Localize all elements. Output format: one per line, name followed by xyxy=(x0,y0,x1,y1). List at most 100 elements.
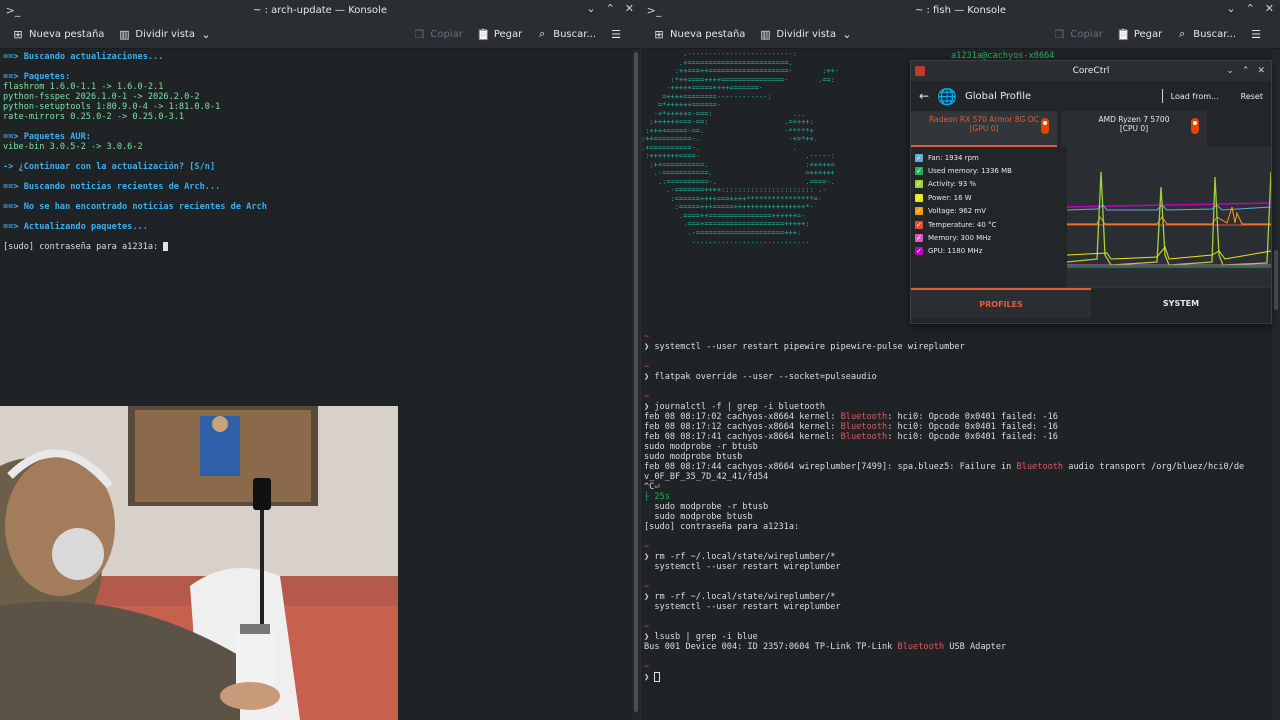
tab-profiles[interactable]: PROFILES xyxy=(911,288,1091,318)
corectrl-title: CoreCtrl xyxy=(1072,66,1110,76)
minimize-icon[interactable]: ⌄ xyxy=(1226,66,1234,76)
terminal-line: ~ xyxy=(644,542,650,552)
sensor-panel: ✓ Fan: 1934 rpm ✓ Used memory: 1336 MB ✓ Acti… xyxy=(911,147,1272,287)
gpu-index: [GPU 0] xyxy=(969,124,999,133)
sensor-legend-item[interactable]: ✓ Fan: 1934 rpm xyxy=(915,151,1059,164)
hamburger-menu-icon: ☰ xyxy=(611,27,621,41)
gpu-toggle[interactable] xyxy=(1041,118,1049,134)
tab-system[interactable]: SYSTEM xyxy=(1091,288,1271,318)
chevron-down-icon: ⌄ xyxy=(201,27,211,41)
terminal-line: ❯ systemctl --user restart pipewire pipe… xyxy=(644,342,965,352)
sensor-label: Temperature: 40 °C xyxy=(928,220,997,229)
sensor-legend-item[interactable]: ✓ Temperature: 40 °C xyxy=(915,218,1059,231)
search-icon: ⌕ xyxy=(539,27,546,40)
terminal-line: rate-mirrors 0.25.0-2 -> 0.25.0-3.1 xyxy=(3,112,185,122)
close-icon[interactable]: ✕ xyxy=(625,2,634,15)
sensor-legend-item[interactable]: ✓ Voltage: 962 mV xyxy=(915,205,1059,218)
split-view-label: Dividir vista xyxy=(776,28,836,40)
reset-button[interactable]: Reset xyxy=(1241,92,1263,101)
terminal-line: ==> Paquetes: xyxy=(3,72,71,82)
search-button[interactable]: ⌕ Buscar... xyxy=(532,24,600,44)
copy-button[interactable]: ❐ Copiar xyxy=(1049,25,1106,44)
cpu-index: [CPU 0] xyxy=(1119,124,1149,133)
paste-label: Pegar xyxy=(493,28,523,40)
sensor-legend-item[interactable]: ✓ Power: 16 W xyxy=(915,191,1059,204)
cpu-name: AMD Ryzen 7 5700 xyxy=(1098,115,1170,124)
minimize-icon[interactable]: ⌄ xyxy=(586,2,595,15)
split-view-button[interactable]: ▥ Dividir vista ⌄ xyxy=(755,25,857,44)
sensor-legend-item[interactable]: ✓ GPU: 1180 MHz xyxy=(915,245,1059,258)
search-button[interactable]: ⌕ Buscar... xyxy=(1172,24,1240,44)
device-tab-cpu[interactable]: AMD Ryzen 7 5700 [CPU 0] xyxy=(1061,111,1207,147)
split-view-button[interactable]: ▥ Dividir vista ⌄ xyxy=(114,25,216,44)
maximize-icon[interactable]: ⌃ xyxy=(1242,66,1250,76)
terminal-line: systemctl --user restart wireplumber xyxy=(644,562,841,572)
paste-button[interactable]: 📋 Pegar xyxy=(1113,25,1166,44)
terminal-line: ==> Buscando actualizaciones... xyxy=(3,52,164,62)
sensor-legend-item[interactable]: ✓ Memory: 300 MHz xyxy=(915,231,1059,244)
maximize-icon[interactable]: ⌃ xyxy=(1246,2,1255,15)
cpu-toggle[interactable] xyxy=(1191,118,1199,134)
left-window-title: ~ : arch-update — Konsole xyxy=(253,4,387,16)
left-toolbar: ⊞ Nueva pestaña ▥ Dividir vista ⌄ ❐ Copiar 📋… xyxy=(0,20,640,49)
checkbox-icon[interactable]: ✓ xyxy=(915,193,923,202)
paste-icon: 📋 xyxy=(1116,27,1131,41)
maximize-icon[interactable]: ⌃ xyxy=(606,2,615,15)
minimize-icon[interactable]: ⌄ xyxy=(1226,2,1235,15)
corectrl-window[interactable]: CoreCtrl ⌄ ⌃ ✕ ← 🌐 Global Profile Load f… xyxy=(910,60,1272,324)
checkbox-icon[interactable]: ✓ xyxy=(915,207,923,216)
menu-button[interactable]: ☰ xyxy=(606,25,626,44)
right-scrollbar[interactable] xyxy=(1272,50,1280,720)
new-tab-button[interactable]: ⊞ Nueva pestaña xyxy=(649,25,749,44)
right-terminal-output[interactable]: ~ ❯ systemctl --user restart pipewire pip… xyxy=(641,330,1270,720)
checkbox-icon[interactable]: ✓ xyxy=(915,180,923,189)
device-tab-gpu[interactable]: Radeon RX 570 Armor 8G OC [GPU 0] xyxy=(911,111,1057,147)
terminal-line: python-setuptools 1:80.9.0-4 -> 1:81.0.0… xyxy=(3,102,221,112)
terminal-icon: >_ xyxy=(646,3,662,17)
new-tab-button[interactable]: ⊞ Nueva pestaña xyxy=(8,25,108,44)
close-icon[interactable]: ✕ xyxy=(1265,2,1274,15)
sensor-label: Activity: 93 % xyxy=(928,180,977,189)
copy-button[interactable]: ❐ Copiar xyxy=(409,25,466,44)
terminal-icon: >_ xyxy=(5,3,21,17)
terminal-line: ==> Buscando noticias recientes de Arch.… xyxy=(3,182,221,192)
terminal-line: sudo modprobe btusb xyxy=(644,452,743,462)
terminal-line: ^C⏎ xyxy=(644,482,660,492)
paste-button[interactable]: 📋 Pegar xyxy=(473,25,526,44)
terminal-line: systemctl --user restart wireplumber xyxy=(644,602,841,612)
close-icon[interactable]: ✕ xyxy=(1257,66,1265,76)
split-view-icon: ▥ xyxy=(760,27,771,41)
left-titlebar: >_ ~ : arch-update — Konsole ⌄ ⌃ ✕ xyxy=(0,0,640,20)
checkbox-icon[interactable]: ✓ xyxy=(915,234,923,243)
checkbox-icon[interactable]: ✓ xyxy=(915,153,923,162)
sensor-legend-item[interactable]: ✓ Activity: 93 % xyxy=(915,178,1059,191)
left-scrollbar[interactable] xyxy=(632,50,640,720)
right-toolbar: ⊞ Nueva pestaña ▥ Dividir vista ⌄ ❐ Copiar 📋… xyxy=(641,20,1280,49)
checkbox-icon[interactable]: ✓ xyxy=(915,220,923,229)
terminal-line: ❯ rm -rf ~/.local/state/wireplumber/* xyxy=(644,592,836,602)
copy-label: Copiar xyxy=(1070,28,1103,40)
load-from-button[interactable]: Load from... xyxy=(1171,92,1219,101)
menu-button[interactable]: ☰ xyxy=(1246,25,1266,44)
new-tab-label: Nueva pestaña xyxy=(670,28,746,40)
terminal-line: ~ xyxy=(644,582,650,592)
terminal-line: ├ 25s xyxy=(644,492,670,502)
copy-icon: ❐ xyxy=(414,27,425,41)
sensor-label: Used memory: 1336 MB xyxy=(928,167,1012,176)
new-tab-icon: ⊞ xyxy=(13,27,23,41)
paste-icon: 📋 xyxy=(476,27,491,41)
copy-icon: ❐ xyxy=(1054,27,1065,41)
checkbox-icon[interactable]: ✓ xyxy=(915,247,923,256)
sensor-legend-item[interactable]: ✓ Used memory: 1336 MB xyxy=(915,164,1059,177)
right-window-title: ~ : fish — Konsole xyxy=(914,4,1007,16)
back-arrow-icon[interactable]: ← xyxy=(919,89,929,103)
terminal-line: [sudo] contraseña para a1231a: xyxy=(644,522,800,532)
checkbox-icon[interactable]: ✓ xyxy=(915,167,923,176)
